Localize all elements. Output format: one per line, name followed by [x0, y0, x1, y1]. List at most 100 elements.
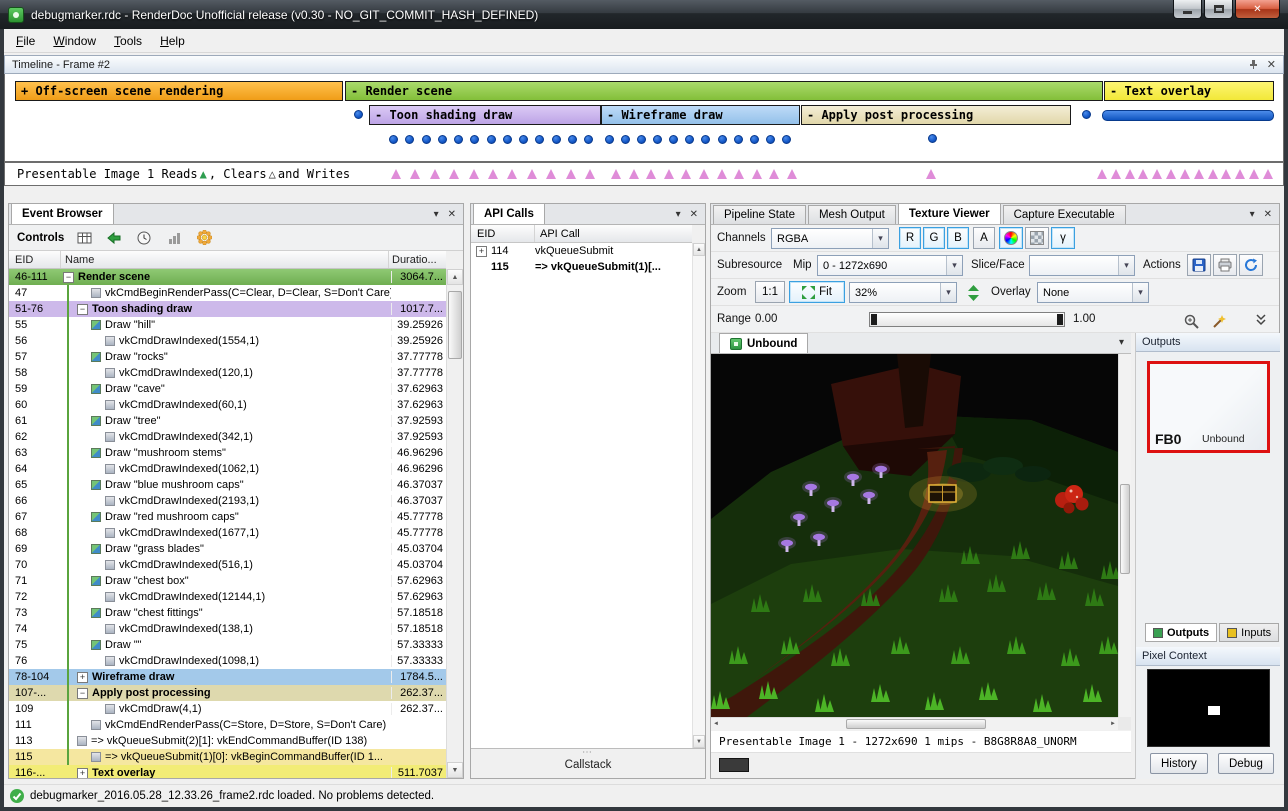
image-usage-triangle[interactable]	[469, 169, 479, 179]
image-usage-triangle[interactable]	[546, 169, 556, 179]
scroll-down-icon[interactable]: ▼	[447, 762, 463, 778]
event-row[interactable]: 57 Draw "rocks" 37.77778	[9, 349, 446, 365]
jump-to-eid-icon[interactable]	[104, 228, 124, 248]
draw-call-dot[interactable]	[605, 135, 614, 144]
draw-call-dot[interactable]	[389, 135, 398, 144]
event-row[interactable]: 60 vkCmdDrawIndexed(60,1) 37.62963	[9, 397, 446, 413]
image-usage-triangle[interactable]	[507, 169, 517, 179]
minimize-button[interactable]	[1173, 0, 1202, 19]
settings-flower-icon[interactable]	[194, 228, 214, 248]
channel-g-toggle[interactable]: G	[923, 227, 945, 249]
column-name[interactable]: Name	[61, 251, 389, 268]
timeline-block-post[interactable]: - Apply post processing	[801, 105, 1071, 125]
event-row[interactable]: 71 Draw "chest box" 57.62963	[9, 573, 446, 589]
image-usage-triangle[interactable]	[769, 169, 779, 179]
event-row[interactable]: 68 vkCmdDrawIndexed(1677,1) 45.77778	[9, 525, 446, 541]
draw-call-dot[interactable]	[718, 135, 727, 144]
event-row[interactable]: 76 vkCmdDrawIndexed(1098,1) 57.33333	[9, 653, 446, 669]
panel-menu-icon[interactable]: ▾	[676, 209, 681, 220]
channel-a-toggle[interactable]: A	[973, 227, 995, 249]
menu-window[interactable]: Window	[44, 30, 105, 52]
draw-call-dot[interactable]	[568, 135, 577, 144]
draw-call-dot[interactable]	[405, 135, 414, 144]
color-wheel-button[interactable]	[999, 227, 1023, 249]
channels-mode-select[interactable]: RGBA ▾	[771, 228, 889, 249]
image-usage-triangle[interactable]	[585, 169, 595, 179]
image-usage-triangle[interactable]	[717, 169, 727, 179]
event-row[interactable]: 116-... +Text overlay 511.7037	[9, 765, 446, 778]
image-usage-triangle[interactable]	[681, 169, 691, 179]
texture-list-dropdown-icon[interactable]: ▾	[1119, 337, 1124, 348]
event-row[interactable]: 109 vkCmdDraw(4,1) 262.37...	[9, 701, 446, 717]
overlay-select[interactable]: None ▾	[1037, 282, 1149, 303]
tab-pipeline-state[interactable]: Pipeline State	[713, 205, 806, 224]
titlebar[interactable]: debugmarker.rdc - RenderDoc Unofficial r…	[0, 0, 1288, 29]
tab-texture-viewer[interactable]: Texture Viewer	[898, 203, 1001, 224]
time-draws-clock-icon[interactable]	[134, 228, 154, 248]
toolbar-overflow-icon[interactable]	[1256, 314, 1266, 329]
event-row[interactable]: 70 vkCmdDrawIndexed(516,1) 45.03704	[9, 557, 446, 573]
image-usage-triangle[interactable]	[752, 169, 762, 179]
image-usage-triangle[interactable]	[1152, 169, 1162, 179]
draw-call-dot[interactable]	[1082, 110, 1091, 119]
image-usage-triangle[interactable]	[664, 169, 674, 179]
tab-mesh-output[interactable]: Mesh Output	[808, 205, 896, 224]
draw-call-dot[interactable]	[685, 135, 694, 144]
image-usage-triangle[interactable]	[1249, 169, 1259, 179]
tab-capture-executable[interactable]: Capture Executable	[1003, 205, 1126, 224]
history-button[interactable]: History	[1150, 753, 1208, 774]
image-usage-triangle[interactable]	[1194, 169, 1204, 179]
panel-menu-icon[interactable]: ▾	[434, 209, 439, 220]
image-usage-triangle[interactable]	[787, 169, 797, 179]
slice-face-select[interactable]: ▾	[1029, 255, 1135, 276]
event-row[interactable]: 62 vkCmdDrawIndexed(342,1) 37.92593	[9, 429, 446, 445]
image-usage-triangle[interactable]	[1208, 169, 1218, 179]
image-usage-triangle[interactable]	[699, 169, 709, 179]
zoom-percent-select[interactable]: 32% ▾	[849, 282, 957, 303]
save-texture-button[interactable]	[1187, 254, 1211, 276]
image-usage-triangle[interactable]	[629, 169, 639, 179]
zoom-fit-button[interactable]: Fit	[789, 281, 845, 303]
pin-icon[interactable]	[1248, 59, 1259, 70]
event-row[interactable]: 47 vkCmdBeginRenderPass(C=Clear, D=Clear…	[9, 285, 446, 301]
timeline-block-wireframe[interactable]: - Wireframe draw	[601, 105, 800, 125]
timeline-close-icon[interactable]: ✕	[1267, 58, 1276, 71]
draw-call-dot[interactable]	[454, 135, 463, 144]
refresh-button[interactable]	[1239, 254, 1263, 276]
draw-call-dot[interactable]	[503, 135, 512, 144]
image-usage-triangle[interactable]	[1111, 169, 1121, 179]
image-usage-triangle[interactable]	[646, 169, 656, 179]
panel-close-icon[interactable]: ✕	[690, 209, 698, 220]
channel-b-toggle[interactable]: B	[947, 227, 969, 249]
timeline-block-toon[interactable]: - Toon shading draw	[369, 105, 601, 125]
draw-call-dot[interactable]	[637, 135, 646, 144]
scroll-right-icon[interactable]: ►	[1110, 721, 1116, 727]
api-call-row[interactable]: +114 vkQueueSubmit	[471, 243, 692, 259]
fb0-thumbnail[interactable]: FB0 Unbound	[1147, 361, 1270, 453]
image-usage-triangle[interactable]	[1138, 169, 1148, 179]
debug-button[interactable]: Debug	[1218, 753, 1274, 774]
event-row[interactable]: 64 vkCmdDrawIndexed(1062,1) 46.96296	[9, 461, 446, 477]
event-row[interactable]: 74 vkCmdDrawIndexed(138,1) 57.18518	[9, 621, 446, 637]
timeline-overlay-bar[interactable]	[1102, 110, 1274, 121]
draw-call-dot[interactable]	[354, 110, 363, 119]
close-button[interactable]: ✕	[1235, 0, 1280, 19]
tab-event-browser[interactable]: Event Browser	[11, 203, 114, 224]
menu-tools[interactable]: Tools	[105, 30, 151, 52]
draw-call-dot[interactable]	[782, 135, 791, 144]
draw-call-dot[interactable]	[701, 135, 710, 144]
event-row[interactable]: 66 vkCmdDrawIndexed(2193,1) 46.37037	[9, 493, 446, 509]
panel-menu-icon[interactable]: ▾	[1250, 209, 1255, 220]
scroll-up-icon[interactable]: ▲	[693, 243, 705, 256]
draw-call-dot[interactable]	[750, 135, 759, 144]
event-row[interactable]: 113 => vkQueueSubmit(2)[1]: vkEndCommand…	[9, 733, 446, 749]
event-row[interactable]: 51-76 −Toon shading draw 1017.7...	[9, 301, 446, 317]
checkerboard-button[interactable]	[1025, 227, 1049, 249]
image-usage-triangle[interactable]	[1097, 169, 1107, 179]
event-row[interactable]: 58 vkCmdDrawIndexed(120,1) 37.77778	[9, 365, 446, 381]
image-usage-triangle[interactable]	[1166, 169, 1176, 179]
draw-call-dot[interactable]	[519, 135, 528, 144]
event-row[interactable]: 73 Draw "chest fittings" 57.18518	[9, 605, 446, 621]
image-vertical-scrollbar[interactable]	[1118, 354, 1131, 717]
draw-call-dot[interactable]	[552, 135, 561, 144]
